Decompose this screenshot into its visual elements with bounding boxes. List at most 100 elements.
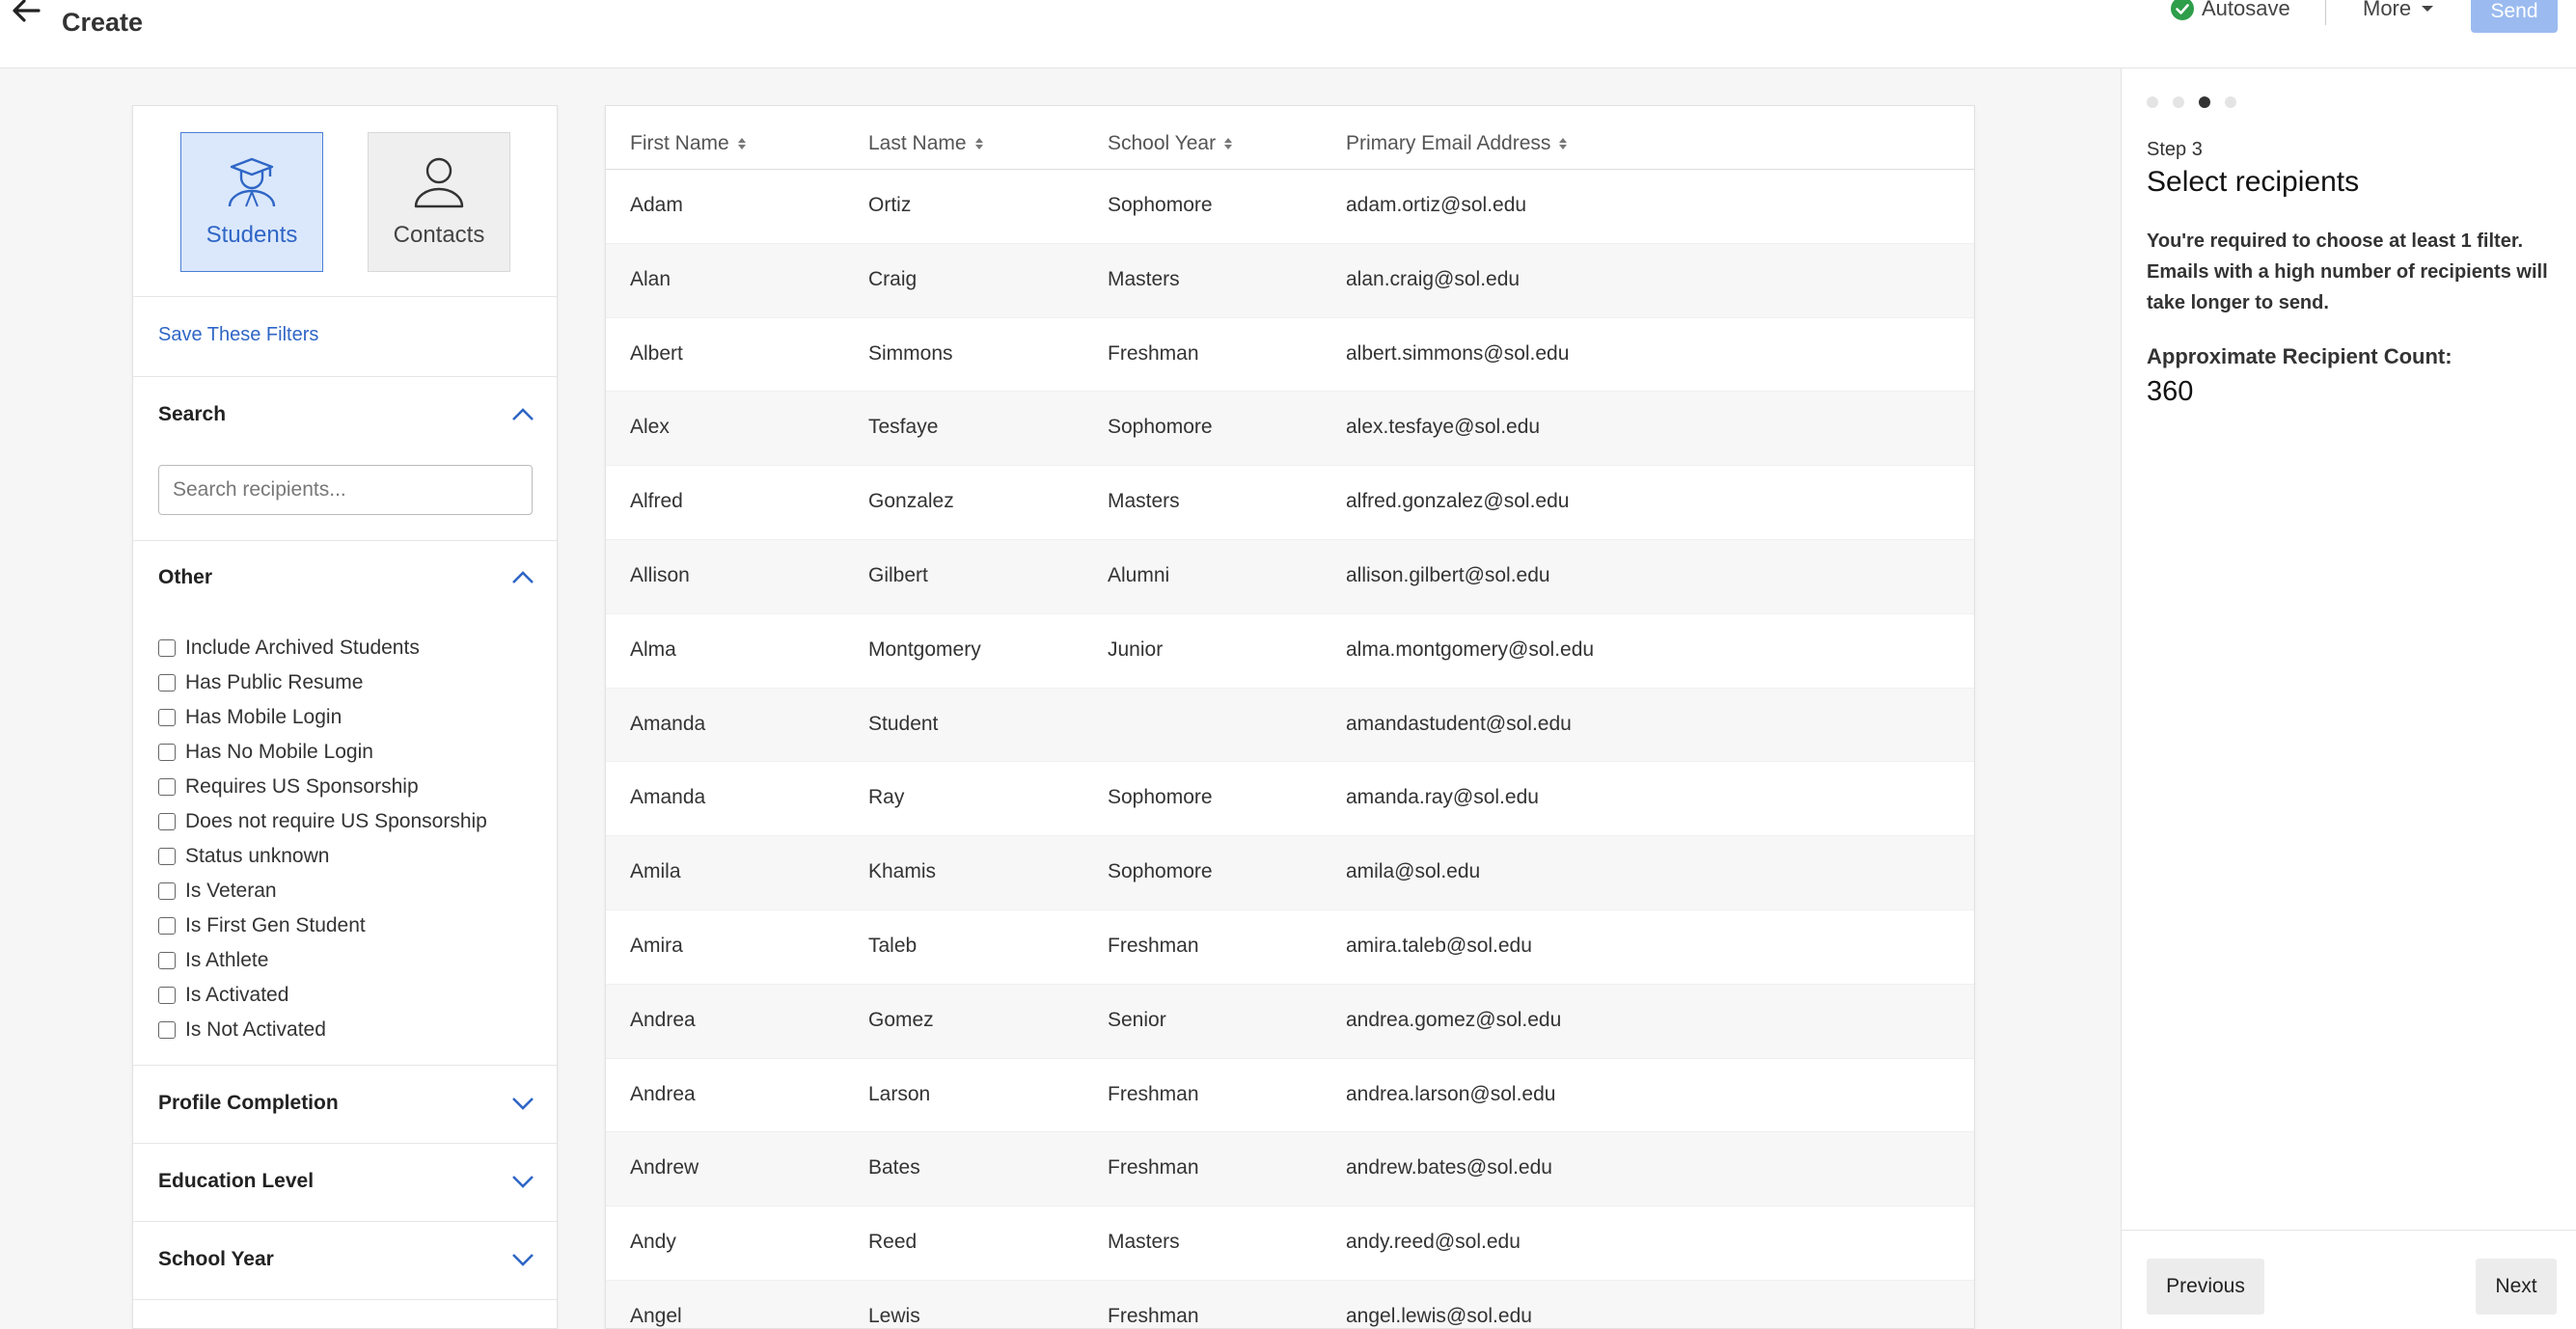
profile-completion-section-toggle[interactable]: Profile Completion [158,1089,534,1118]
recipient-type-toggle: Students Contacts [133,106,557,297]
first-name-cell: Andrea [630,1008,696,1031]
filter-option[interactable]: Include Archived Students [158,631,487,665]
chevron-up-icon [512,571,534,583]
divider [133,376,557,377]
filter-option-label: Include Archived Students [185,637,420,659]
table-row[interactable]: Amanda Ray Sophomore amanda.ray@sol.edu [606,762,1974,837]
table-row[interactable]: Angel Lewis Freshman angel.lewis@sol.edu [606,1280,1974,1328]
chevron-up-icon [512,408,534,420]
education-level-section-toggle[interactable]: Education Level [158,1167,534,1196]
checkbox[interactable] [158,813,176,830]
table-row[interactable]: Amira Taleb Freshman amira.taleb@sol.edu [606,910,1974,985]
search-section-toggle[interactable]: Search [158,400,534,429]
email-cell: alma.montgomery@sol.edu [1346,637,1595,661]
email-cell: alex.tesfaye@sol.edu [1346,416,1541,439]
chevron-down-icon [512,1176,534,1188]
table-row[interactable]: Alex Tesfaye Sophomore alex.tesfaye@sol.edu [606,392,1974,467]
email-cell: albert.simmons@sol.edu [1346,341,1570,365]
table-row[interactable]: Albert Simmons Freshman albert.simmons@sol.… [606,318,1974,393]
school-year-section-toggle[interactable]: School Year [158,1245,534,1274]
checkbox[interactable] [158,1021,176,1039]
filter-option[interactable]: Is Not Activated [158,1013,487,1047]
checkbox[interactable] [158,744,176,761]
next-button[interactable]: Next [2476,1259,2557,1315]
step-dot-active [2199,96,2210,108]
email-cell: andrew.bates@sol.edu [1346,1156,1552,1180]
email-cell: angel.lewis@sol.edu [1346,1304,1532,1327]
checkbox[interactable] [158,639,176,657]
last-name-cell: Gonzalez [868,490,954,513]
table-row[interactable]: Alma Montgomery Junior alma.montgomery@sol.… [606,614,1974,689]
school-year-cell: Masters [1108,490,1180,513]
recipient-count-value: 360 [2147,376,2194,407]
person-icon [414,157,464,208]
table-row[interactable]: Alfred Gonzalez Masters alfred.gonzalez@sol… [606,466,1974,540]
column-header-school-year[interactable]: School Year [1108,132,1233,155]
filter-option[interactable]: Status unknown [158,839,487,874]
last-name-cell: Montgomery [868,637,981,661]
checkbox[interactable] [158,987,176,1004]
divider [133,1065,557,1066]
filter-option[interactable]: Does not require US Sponsorship [158,804,487,839]
steps-panel: Step 3 Select recipients You're required… [2121,68,2576,1329]
filter-option[interactable]: Has Public Resume [158,665,487,700]
checkbox[interactable] [158,778,176,796]
email-cell: allison.gilbert@sol.edu [1346,563,1550,586]
filter-option[interactable]: Is First Gen Student [158,909,487,943]
filter-option[interactable]: Has Mobile Login [158,700,487,735]
checkbox[interactable] [158,709,176,726]
divider [133,1221,557,1222]
table-row[interactable]: Amila Khamis Sophomore amila@sol.edu [606,836,1974,910]
first-name-cell: Alex [630,416,670,439]
column-header-last-name[interactable]: Last Name [868,132,983,155]
checkbox[interactable] [158,882,176,900]
table-row[interactable]: Amanda Student amandastudent@sol.edu [606,688,1974,763]
column-header-primary-email[interactable]: Primary Email Address [1346,132,1568,155]
other-section-toggle[interactable]: Other [158,563,534,592]
filter-option[interactable]: Has No Mobile Login [158,735,487,770]
filter-option[interactable]: Is Veteran [158,874,487,909]
school-year-cell: Senior [1108,1008,1166,1031]
first-name-cell: Angel [630,1304,682,1327]
other-filter-options: Include Archived Students Has Public Resu… [158,631,487,1047]
email-cell: amandastudent@sol.edu [1346,712,1572,735]
back-arrow-icon[interactable] [10,0,42,27]
step-title: Select recipients [2147,166,2360,198]
table-row[interactable]: Andrew Bates Freshman andrew.bates@sol.edu [606,1132,1974,1207]
checkbox[interactable] [158,848,176,865]
checkbox[interactable] [158,917,176,935]
filter-option[interactable]: Is Activated [158,978,487,1013]
column-header-first-name[interactable]: First Name [630,132,746,155]
filter-option-label: Is Veteran [185,880,277,902]
search-recipients-input[interactable] [158,465,533,515]
email-cell: amanda.ray@sol.edu [1346,786,1539,809]
filter-option-label: Requires US Sponsorship [185,775,419,798]
checkbox[interactable] [158,674,176,692]
checkbox[interactable] [158,952,176,969]
filter-option[interactable]: Requires US Sponsorship [158,770,487,804]
school-year-title: School Year [158,1248,274,1270]
table-row[interactable]: Adam Ortiz Sophomore adam.ortiz@sol.edu [606,170,1974,244]
table-row[interactable]: Alan Craig Masters alan.craig@sol.edu [606,243,1974,318]
column-header-label: Last Name [868,132,967,154]
students-type-button[interactable]: Students [180,132,323,272]
email-cell: alan.craig@sol.edu [1346,267,1521,290]
more-menu-button[interactable]: More [2363,0,2434,21]
contacts-type-button[interactable]: Contacts [368,132,510,272]
filter-option[interactable]: Is Athlete [158,943,487,978]
save-filters-link[interactable]: Save These Filters [158,324,318,346]
sort-icon [737,138,746,149]
table-row[interactable]: Andrea Larson Freshman andrea.larson@sol.ed… [606,1059,1974,1133]
previous-button[interactable]: Previous [2147,1259,2264,1315]
divider [133,1299,557,1300]
table-row[interactable]: Andy Reed Masters andy.reed@sol.edu [606,1207,1974,1281]
step-dot [2225,96,2236,108]
table-row[interactable]: Andrea Gomez Senior andrea.gomez@sol.edu [606,984,1974,1059]
students-type-label: Students [206,222,298,248]
table-row[interactable]: Allison Gilbert Alumni allison.gilbert@sol.… [606,539,1974,614]
filter-option-label: Has No Mobile Login [185,741,373,763]
last-name-cell: Bates [868,1156,920,1180]
filter-option-label: Has Mobile Login [185,706,343,728]
send-button[interactable]: Send [2471,0,2558,33]
education-level-title: Education Level [158,1170,315,1192]
